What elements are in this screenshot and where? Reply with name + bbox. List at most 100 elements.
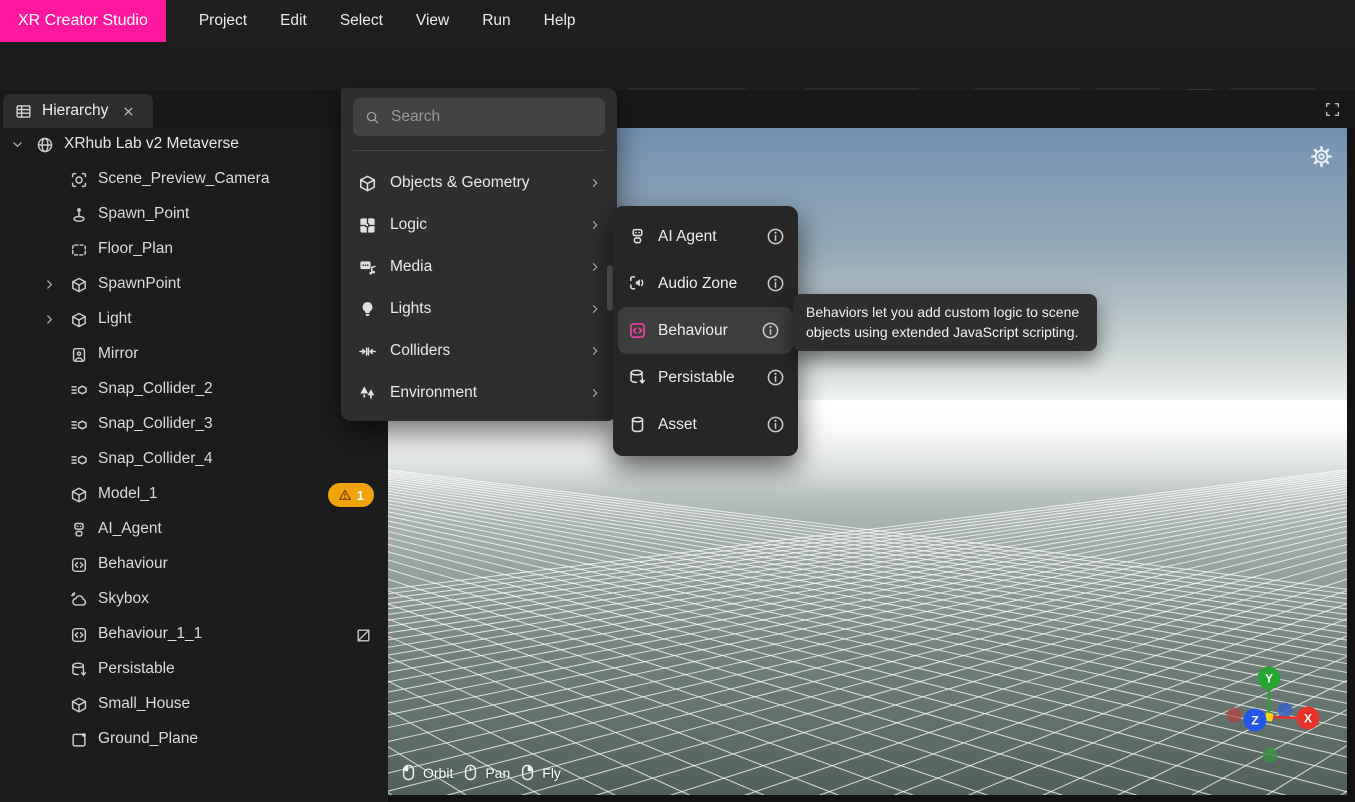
- hint-pan: Pan: [462, 761, 510, 784]
- category-environment[interactable]: Environment: [341, 372, 617, 414]
- tree-item-label: SpawnPoint: [98, 275, 181, 293]
- snap-collider-icon: [70, 381, 88, 399]
- axis-z-label: Z: [1251, 714, 1258, 728]
- hint-orbit: Orbit: [400, 761, 453, 784]
- chevron-right-icon: [588, 218, 602, 232]
- logic-submenu: AI Agent Audio Zone Behaviour Persistabl…: [613, 206, 798, 456]
- tree-item-label: AI_Agent: [98, 520, 162, 538]
- floor-plane-icon: [70, 241, 88, 259]
- chevron-right-icon[interactable]: [42, 312, 57, 327]
- menu-project[interactable]: Project: [199, 12, 247, 30]
- lightbulb-icon: [358, 300, 377, 319]
- menu-run[interactable]: Run: [482, 12, 510, 30]
- behaviour-code-icon: [628, 321, 647, 340]
- persistable-icon: [628, 368, 647, 387]
- tree-item-label: Small_House: [98, 695, 190, 713]
- tree-item[interactable]: Behaviour: [0, 548, 388, 583]
- chevron-down-icon[interactable]: [10, 137, 25, 152]
- tree-item-behaviour-1-1[interactable]: Behaviour_1_1: [0, 618, 388, 653]
- category-media[interactable]: Media: [341, 246, 617, 288]
- behaviour-tooltip: Behaviors let you add custom logic to sc…: [793, 294, 1097, 351]
- tree-item-scene-root[interactable]: XRhub Lab v2 Metaverse: [0, 128, 388, 163]
- tab-hierarchy[interactable]: Hierarchy: [3, 94, 153, 128]
- ai-agent-icon: [70, 521, 88, 539]
- viewport-settings-gear-icon[interactable]: [1310, 145, 1333, 168]
- category-logic[interactable]: Logic: [341, 204, 617, 246]
- search-box[interactable]: [353, 98, 605, 136]
- tree-item[interactable]: AI_Agent: [0, 513, 388, 548]
- menu-help[interactable]: Help: [544, 12, 576, 30]
- menu-divider: [353, 150, 605, 151]
- menu-select[interactable]: Select: [340, 12, 383, 30]
- hierarchy-icon: [15, 103, 32, 120]
- fullscreen-icon[interactable]: [1324, 101, 1341, 118]
- info-icon[interactable]: [766, 415, 785, 434]
- tree-item[interactable]: Mirror: [0, 338, 388, 373]
- tree-item[interactable]: Floor_Plan: [0, 233, 388, 268]
- category-lights[interactable]: Lights: [341, 288, 617, 330]
- submenu-item-label: Behaviour: [658, 322, 750, 340]
- menu-edit[interactable]: Edit: [280, 12, 307, 30]
- snap-collider-icon: [70, 451, 88, 469]
- tree-item-model-1[interactable]: Model_1 1: [0, 478, 388, 513]
- behaviour-code-icon: [70, 626, 88, 644]
- category-label: Colliders: [390, 342, 575, 360]
- hierarchy-panel: XRhub Lab v2 Metaverse Scene_Preview_Cam…: [0, 128, 388, 802]
- tree-item[interactable]: Light: [0, 303, 388, 338]
- warning-icon: [338, 488, 352, 502]
- chevron-right-icon[interactable]: [42, 277, 57, 292]
- asset-cylinder-icon: [628, 415, 647, 434]
- submenu-item-behaviour[interactable]: Behaviour: [618, 307, 793, 354]
- submenu-item-audio-zone[interactable]: Audio Zone: [613, 260, 798, 307]
- tree-item[interactable]: Spawn_Point: [0, 198, 388, 233]
- mouse-left-button-icon: [400, 761, 417, 784]
- cube-icon: [358, 174, 377, 193]
- tree-item-label: Spawn_Point: [98, 205, 189, 223]
- search-input[interactable]: [389, 107, 593, 127]
- tree-item[interactable]: Small_House: [0, 688, 388, 723]
- chevron-right-icon: [588, 260, 602, 274]
- tree-item-label: Scene_Preview_Camera: [98, 170, 269, 188]
- chevron-right-icon: [588, 344, 602, 358]
- axis-y-label: Y: [1265, 672, 1273, 686]
- model-cube-icon: [70, 696, 88, 714]
- info-icon[interactable]: [761, 321, 780, 340]
- tree-item-label: Snap_Collider_2: [98, 380, 213, 398]
- tree-item-label: Mirror: [98, 345, 138, 363]
- ai-agent-icon: [628, 227, 647, 246]
- category-objects-geometry[interactable]: Objects & Geometry: [341, 162, 617, 204]
- tree-item[interactable]: Snap_Collider_3: [0, 408, 388, 443]
- hint-pan-label: Pan: [485, 765, 510, 781]
- behaviour-code-icon: [70, 556, 88, 574]
- tree-item-label: Behaviour: [98, 555, 168, 573]
- spawn-point-icon: [70, 206, 88, 224]
- submenu-item-ai-agent[interactable]: AI Agent: [613, 213, 798, 260]
- tree-item[interactable]: Skybox: [0, 583, 388, 618]
- tree-item-label: Persistable: [98, 660, 175, 678]
- tree-item[interactable]: Persistable: [0, 653, 388, 688]
- app-brand[interactable]: XR Creator Studio: [0, 0, 166, 42]
- axis-gizmo[interactable]: Y X Z: [1216, 654, 1326, 774]
- info-icon[interactable]: [766, 368, 785, 387]
- tree-item[interactable]: Snap_Collider_2: [0, 373, 388, 408]
- submenu-item-persistable[interactable]: Persistable: [613, 354, 798, 401]
- visibility-off-icon[interactable]: [355, 627, 372, 644]
- chevron-right-icon: [588, 302, 602, 316]
- category-colliders[interactable]: Colliders: [341, 330, 617, 372]
- hint-fly-label: Fly: [542, 765, 561, 781]
- tree-item[interactable]: SpawnPoint: [0, 268, 388, 303]
- submenu-item-asset[interactable]: Asset: [613, 401, 798, 448]
- hint-orbit-label: Orbit: [423, 765, 453, 781]
- tree-item-label: Snap_Collider_4: [98, 450, 213, 468]
- info-icon[interactable]: [766, 274, 785, 293]
- camera-icon: [70, 171, 88, 189]
- tree-item[interactable]: Scene_Preview_Camera: [0, 163, 388, 198]
- globe-icon: [36, 136, 54, 154]
- tree-item[interactable]: Snap_Collider_4: [0, 443, 388, 478]
- close-icon[interactable]: [122, 105, 135, 118]
- warning-badge[interactable]: 1: [328, 483, 374, 507]
- menu-view[interactable]: View: [416, 12, 449, 30]
- tree-item[interactable]: Ground_Plane: [0, 723, 388, 758]
- info-icon[interactable]: [766, 227, 785, 246]
- hint-fly: Fly: [519, 761, 561, 784]
